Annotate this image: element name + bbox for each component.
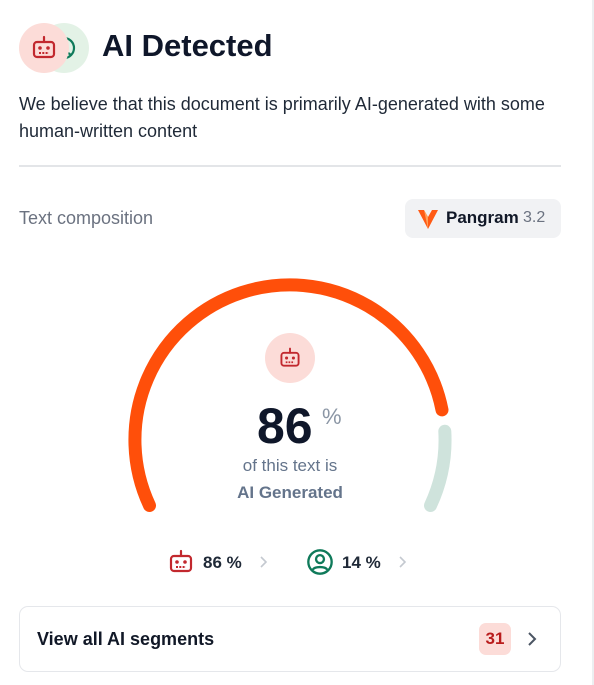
human-icon [307,549,333,575]
gauge-human-arc [424,424,452,512]
ai-stat-value: 86 % [203,553,242,572]
gauge-caption-line1: of this text is [242,456,338,475]
text-composition-label: Text composition [19,208,154,228]
gauge-caption-line2: AI Generated [237,483,343,502]
human-stat-value: 14 % [342,553,381,572]
result-description: We believe that this document is primari… [19,94,545,141]
ai-stat-button[interactable]: 86 % [167,548,277,578]
robot-icon [19,23,69,73]
divider [19,165,561,167]
ai-segments-count-badge: 31 [479,623,511,655]
model-version: 3.2 [523,209,546,226]
chevron-right-icon [528,632,537,646]
model-name: Pangram [446,208,519,227]
view-ai-segments-button[interactable]: View all AI segments 31 [19,606,561,672]
human-stat-button[interactable]: 14 % [306,548,416,578]
chevron-right-icon [260,556,268,568]
result-title: AI Detected [102,28,273,63]
robot-icon [169,549,193,573]
model-badge[interactable]: Pangram 3.2 [405,199,561,238]
gauge-robot-icon [265,333,315,383]
pangram-logo-icon [418,210,438,229]
view-ai-segments-label: View all AI segments [37,629,215,649]
result-header: AI Detected [19,22,579,74]
result-icons [19,22,91,74]
ai-percentage-unit: % [322,404,342,429]
chevron-right-icon [399,556,407,568]
ai-percentage-value: 86 [257,398,313,454]
